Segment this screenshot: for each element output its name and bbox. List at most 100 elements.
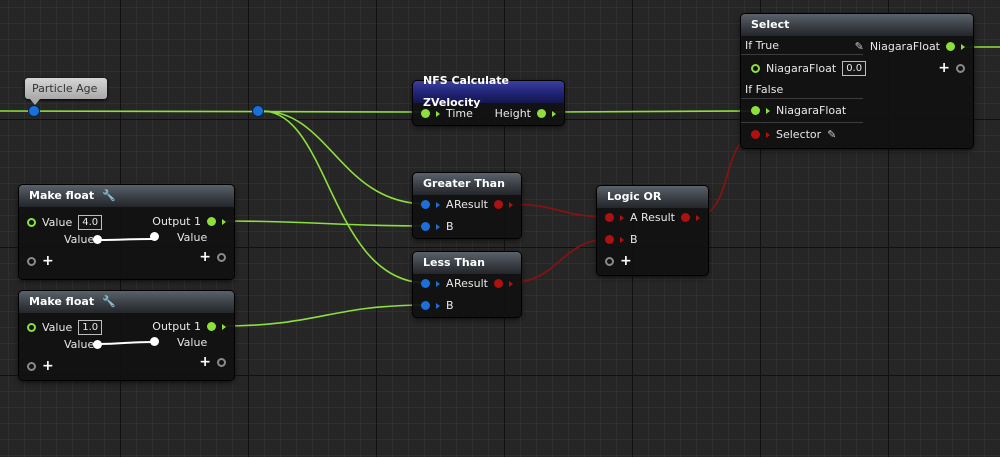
- select-add-output[interactable]: +: [938, 61, 965, 75]
- make-float-2-add-input[interactable]: +: [27, 359, 54, 373]
- pencil-icon[interactable]: ✎: [855, 40, 864, 53]
- reroute-knot-right[interactable]: [253, 106, 263, 116]
- add-pin-plus-icon[interactable]: +: [42, 359, 54, 373]
- false-type-label: NiagaraFloat: [776, 104, 847, 117]
- calc-height-output[interactable]: Height: [495, 107, 556, 120]
- b-label: B: [630, 233, 638, 246]
- particle-age-label[interactable]: Particle Age: [25, 78, 107, 105]
- reroute-knot-left[interactable]: [29, 106, 39, 116]
- slider-label: Value: [64, 233, 95, 246]
- pencil-icon[interactable]: ✎: [827, 128, 836, 141]
- bool-pin-icon[interactable]: [494, 279, 503, 288]
- bool-pin-icon[interactable]: [751, 130, 760, 139]
- bool-pin-icon[interactable]: [605, 235, 614, 244]
- add-pin-circle-icon: [27, 256, 36, 266]
- float-pin-icon[interactable]: [421, 109, 430, 118]
- pin-arrow-icon: [436, 110, 440, 117]
- slider-end-knob[interactable]: [150, 337, 159, 346]
- vector-pin-icon[interactable]: [421, 301, 430, 310]
- or-add-pin[interactable]: +: [605, 254, 632, 268]
- true-type-label: NiagaraFloat: [766, 62, 837, 75]
- bool-pin-icon[interactable]: [605, 213, 614, 222]
- make-float-node-1[interactable]: Make float 🔧 Value 4.0 Value Output 1 Va…: [19, 185, 234, 279]
- if-false-input[interactable]: NiagaraFloat: [751, 104, 846, 117]
- make-float-title: Make float: [29, 189, 95, 202]
- add-pin-plus-icon[interactable]: +: [620, 254, 632, 268]
- make-float-1-value-input[interactable]: Value 4.0: [27, 215, 103, 230]
- wrench-icon: 🔧: [102, 295, 116, 308]
- bool-pin-icon[interactable]: [681, 213, 690, 222]
- less-than-node[interactable]: Less Than A Result B: [413, 252, 521, 317]
- height-label: Height: [494, 107, 531, 120]
- pin-arrow-icon: [509, 201, 513, 208]
- vector-pin-icon[interactable]: [421, 279, 430, 288]
- float-pin-icon[interactable]: [27, 218, 36, 227]
- make-float-2-output[interactable]: Output 1: [152, 320, 226, 333]
- calc-time-input[interactable]: Time: [421, 107, 473, 120]
- make-float-1-add-input[interactable]: +: [27, 254, 54, 268]
- wire-height-to-select: [551, 110, 761, 113]
- pin-arrow-icon: [552, 110, 556, 117]
- add-pin-circle-icon: [217, 357, 226, 367]
- add-pin-plus-icon[interactable]: +: [938, 61, 950, 75]
- output-sub-label: Value: [177, 231, 208, 244]
- add-pin-plus-icon[interactable]: +: [42, 254, 54, 268]
- or-result-output[interactable]: Result: [641, 211, 700, 224]
- pin-arrow-icon: [436, 201, 440, 208]
- select-output[interactable]: ✎ NiagaraFloat: [855, 40, 965, 53]
- selector-label: Selector: [776, 128, 822, 141]
- vector-pin-icon[interactable]: [421, 200, 430, 209]
- or-a-input[interactable]: A: [605, 211, 638, 224]
- float-pin-icon[interactable]: [207, 322, 216, 331]
- selector-input[interactable]: Selector ✎: [751, 128, 836, 141]
- make-float-1-add-output[interactable]: +: [199, 250, 226, 264]
- value-field[interactable]: 4.0: [78, 215, 103, 230]
- logic-or-node[interactable]: Logic OR A Result B +: [597, 186, 708, 275]
- less-b-input[interactable]: B: [421, 299, 454, 312]
- result-label: Result: [454, 277, 488, 290]
- value-field[interactable]: 1.0: [78, 320, 103, 335]
- greater-b-input[interactable]: B: [421, 220, 454, 233]
- float-pin-icon[interactable]: [751, 64, 760, 73]
- less-a-input[interactable]: A: [421, 277, 454, 290]
- greater-than-title: Greater Than: [413, 173, 521, 195]
- pin-arrow-icon: [222, 218, 226, 225]
- if-true-input[interactable]: NiagaraFloat 0.0: [751, 61, 867, 76]
- float-pin-icon[interactable]: [207, 217, 216, 226]
- float-pin-icon[interactable]: [537, 109, 546, 118]
- less-result-output[interactable]: Result: [454, 277, 513, 290]
- greater-than-node[interactable]: Greater Than A Result B: [413, 173, 521, 238]
- float-pin-icon[interactable]: [946, 42, 955, 51]
- slider-end-knob[interactable]: [150, 232, 159, 241]
- pin-arrow-icon: [436, 302, 440, 309]
- float-pin-icon[interactable]: [751, 106, 760, 115]
- b-label: B: [446, 299, 454, 312]
- value-label: Value: [42, 216, 73, 229]
- output-label: Output 1: [152, 215, 201, 228]
- make-float-title: Make float: [29, 295, 95, 308]
- a-label: A: [446, 198, 454, 211]
- make-float-2-add-output[interactable]: +: [199, 355, 226, 369]
- make-float-node-2[interactable]: Make float 🔧 Value 1.0 Value Output 1 Va…: [19, 291, 234, 380]
- pin-arrow-icon: [766, 107, 770, 114]
- value-label: Value: [42, 321, 73, 334]
- pin-arrow-icon: [436, 280, 440, 287]
- make-float-header: Make float 🔧: [19, 185, 234, 207]
- add-pin-plus-icon[interactable]: +: [199, 250, 211, 264]
- add-pin-plus-icon[interactable]: +: [199, 355, 211, 369]
- add-pin-circle-icon: [27, 361, 36, 371]
- float-pin-icon[interactable]: [27, 323, 36, 332]
- or-b-input[interactable]: B: [605, 233, 638, 246]
- wire-less-to-or-b: [507, 238, 611, 284]
- calc-zvelocity-title: NFS Calculate ZVelocity: [413, 74, 564, 109]
- greater-a-input[interactable]: A: [421, 198, 454, 211]
- vector-pin-icon[interactable]: [421, 222, 430, 231]
- true-value-field[interactable]: 0.0: [842, 61, 867, 76]
- select-node[interactable]: Select If True NiagaraFloat 0.0 If False…: [741, 14, 973, 148]
- calc-zvelocity-node[interactable]: NFS Calculate ZVelocity Time Height: [413, 74, 564, 125]
- make-float-2-value-input[interactable]: Value 1.0: [27, 320, 103, 335]
- greater-result-output[interactable]: Result: [454, 198, 513, 211]
- pin-arrow-icon: [766, 131, 770, 138]
- make-float-1-output[interactable]: Output 1: [152, 215, 226, 228]
- bool-pin-icon[interactable]: [494, 200, 503, 209]
